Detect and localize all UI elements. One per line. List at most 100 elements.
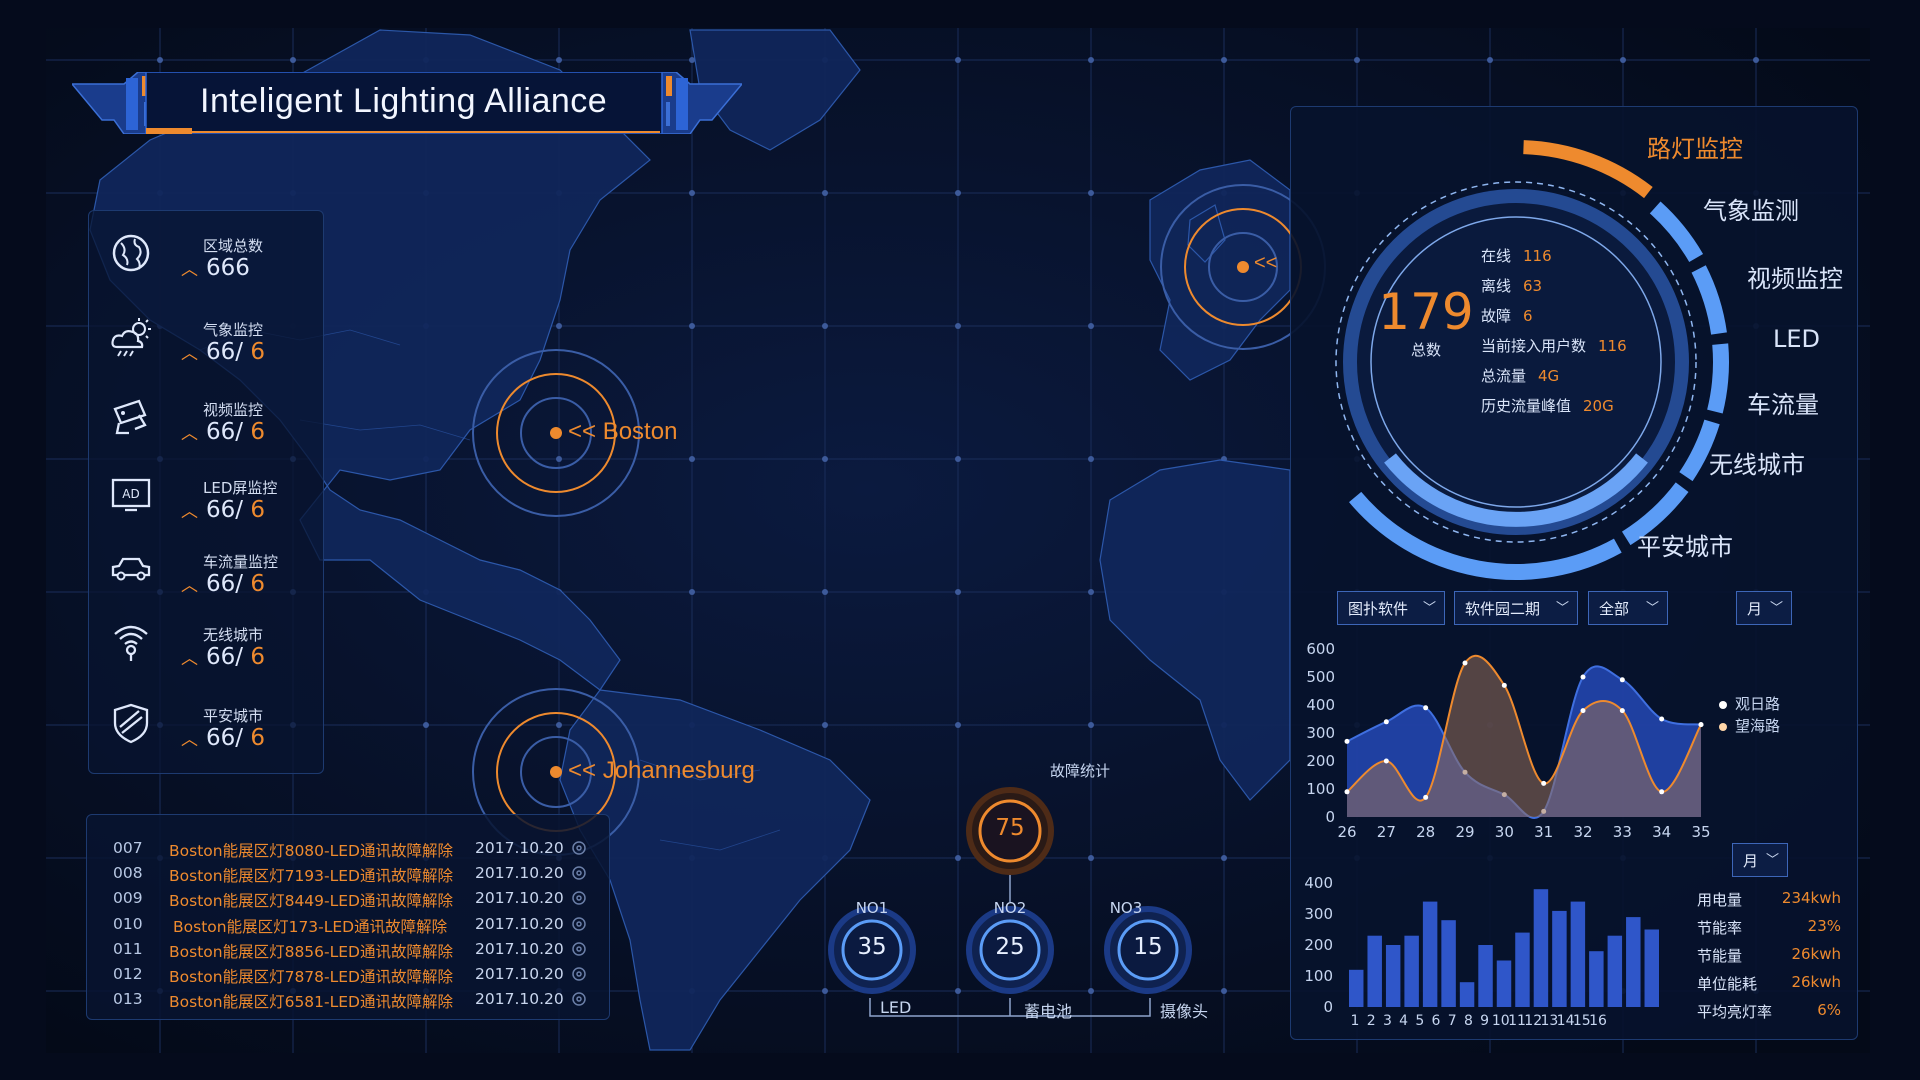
- chevron-down-icon: ﹀: [1769, 601, 1783, 616]
- data-point: [1423, 794, 1429, 800]
- data-point: [1344, 789, 1350, 795]
- johannesburg-label[interactable]: << Johannesburg: [568, 757, 755, 785]
- fault-item-label: 蓄电池: [1024, 1002, 1073, 1021]
- chevron-down-icon: ﹀: [1765, 853, 1779, 868]
- data-point: [1423, 705, 1429, 711]
- stat-safe-city[interactable]: 平安城市 ︿ 66/ 6: [89, 695, 323, 771]
- log-row[interactable]: 009 Boston能展区灯8449-LED通讯故障解除 2017.10.20: [87, 889, 609, 914]
- y-tick-label: 100: [1306, 780, 1335, 798]
- data-point: [1580, 674, 1586, 680]
- software-dropdown[interactable]: 图扑软件 ﹀: [1337, 591, 1445, 625]
- fault-rank-label: NO2: [993, 899, 1027, 917]
- log-id: 007: [113, 839, 143, 857]
- location-pin-icon[interactable]: [571, 840, 587, 856]
- title-bar: Inteligent Lighting Alliance: [72, 72, 742, 134]
- weather-icon: [111, 318, 151, 357]
- ring-category-wireless[interactable]: 无线城市: [1709, 445, 1805, 480]
- data-point: [1462, 660, 1468, 666]
- log-id: 009: [113, 889, 143, 907]
- location-pin-icon[interactable]: [571, 941, 587, 957]
- svg-text:AD: AD: [122, 487, 139, 501]
- log-row[interactable]: 011 Boston能展区灯8856-LED通讯故障解除 2017.10.20: [87, 940, 609, 965]
- log-row[interactable]: 012 Boston能展区灯7878-LED通讯故障解除 2017.10.20: [87, 965, 609, 990]
- fault-rank-label: NO3: [1109, 899, 1143, 917]
- log-message: Boston能展区灯173-LED通讯故障解除: [173, 918, 448, 936]
- log-id: 008: [113, 864, 143, 882]
- x-tick-label: 26: [1337, 823, 1356, 841]
- scope-dropdown[interactable]: 全部 ﹀: [1588, 591, 1668, 625]
- log-row[interactable]: 008 Boston能展区灯7193-LED通讯故障解除 2017.10.20: [87, 864, 609, 889]
- y-tick-label: 200: [1304, 936, 1333, 954]
- log-date: 2017.10.20: [475, 965, 564, 983]
- ring-category-video[interactable]: 视频监控: [1747, 259, 1843, 294]
- boston-label[interactable]: << Boston: [568, 418, 677, 446]
- ring-category-traffic[interactable]: 车流量: [1747, 385, 1819, 420]
- y-tick-label: 600: [1306, 640, 1335, 658]
- log-row[interactable]: 007 Boston能展区灯8080-LED通讯故障解除 2017.10.20: [87, 839, 609, 864]
- stat-label: 平安城市: [203, 707, 264, 725]
- fault-item-value: 25: [995, 934, 1025, 960]
- x-tick-label: 8: [1464, 1013, 1473, 1029]
- car-icon: [111, 557, 151, 581]
- log-row[interactable]: 013 Boston能展区灯6581-LED通讯故障解除 2017.10.20: [87, 990, 609, 1015]
- data-point: [1344, 738, 1350, 744]
- x-tick-label: 5: [1415, 1013, 1424, 1029]
- bar: [1459, 982, 1475, 1007]
- phase-dropdown[interactable]: 软件园二期 ﹀: [1454, 591, 1578, 625]
- page-title: Inteligent Lighting Alliance: [200, 82, 608, 120]
- stat-label: 区域总数: [203, 237, 264, 255]
- location-pin-icon[interactable]: [571, 890, 587, 906]
- stat-led[interactable]: AD LED屏监控 ︿ 66/ 6: [89, 467, 323, 543]
- stat-weather[interactable]: 气象监控 ︿ 66/ 6: [89, 309, 323, 385]
- area-chart: 0 100 200 300 400 500 600 26 27 28 29 30 31 32 33 34 35: [1306, 640, 1710, 841]
- ring-segment: [1691, 265, 1727, 335]
- x-tick-label: 31: [1534, 823, 1553, 841]
- period-dropdown[interactable]: 月 ﹀: [1736, 591, 1792, 625]
- stat-value: ︿ 66/ 6: [181, 725, 265, 751]
- x-tick-label: 30: [1495, 823, 1514, 841]
- location-pin-icon[interactable]: [571, 966, 587, 982]
- ring-category-safe-city[interactable]: 平安城市: [1637, 527, 1733, 562]
- ring-category-led[interactable]: LED: [1773, 325, 1820, 353]
- location-pin-icon[interactable]: [571, 865, 587, 881]
- log-row[interactable]: 010 Boston能展区灯173-LED通讯故障解除 2017.10.20: [87, 915, 609, 940]
- log-message: Boston能展区灯6581-LED通讯故障解除: [169, 993, 453, 1011]
- period-dropdown-2[interactable]: 月 ﹀: [1732, 843, 1788, 877]
- stat-value: ︿ 66/ 6: [181, 339, 265, 365]
- y-tick-label: 0: [1325, 808, 1335, 826]
- x-tick-label: 29: [1455, 823, 1474, 841]
- x-tick-label: 12: [1524, 1013, 1542, 1029]
- stat-label: LED屏监控: [203, 479, 278, 497]
- stat-video[interactable]: 视频监控 ︿ 66/ 6: [89, 389, 323, 465]
- bar: [1496, 960, 1512, 1007]
- y-tick-label: 100: [1304, 967, 1333, 985]
- fault-total-value: 75: [995, 815, 1025, 841]
- europe-label[interactable]: <<: [1254, 252, 1277, 275]
- shield-icon: [113, 703, 149, 744]
- globe-icon: [112, 234, 150, 272]
- y-tick-label: 0: [1323, 998, 1333, 1016]
- y-tick-label: 500: [1306, 668, 1335, 686]
- ring-category-weather[interactable]: 气象监测: [1703, 191, 1799, 226]
- ring-category-streetlight[interactable]: 路灯监控: [1647, 129, 1743, 164]
- legend-item[interactable]: 观日路: [1719, 693, 1780, 714]
- x-tick-label: 35: [1691, 823, 1710, 841]
- log-date: 2017.10.20: [475, 915, 564, 933]
- data-point: [1619, 708, 1625, 714]
- data-point: [1383, 719, 1389, 725]
- stat-traffic[interactable]: 车流量监控 ︿ 66/ 6: [89, 541, 323, 617]
- bar: [1644, 929, 1659, 1007]
- x-tick-label: 13: [1540, 1013, 1558, 1029]
- data-point: [1383, 758, 1389, 764]
- legend-item[interactable]: 望海路: [1719, 715, 1780, 736]
- ring-detail: 总流量 4G: [1481, 367, 1560, 385]
- x-tick-label: 15: [1573, 1013, 1591, 1029]
- fault-stats-title: 故障统计: [1049, 762, 1110, 780]
- y-tick-label: 400: [1306, 696, 1335, 714]
- stat-region-total[interactable]: 区域总数 ︿ 666: [89, 225, 323, 301]
- stat-wireless[interactable]: 无线城市 ︿ 66/ 6: [89, 614, 323, 690]
- location-pin-icon[interactable]: [571, 916, 587, 932]
- stat-label: 视频监控: [203, 401, 264, 419]
- location-pin-icon[interactable]: [571, 991, 587, 1007]
- stat-value: ︿ 66/ 6: [181, 497, 265, 523]
